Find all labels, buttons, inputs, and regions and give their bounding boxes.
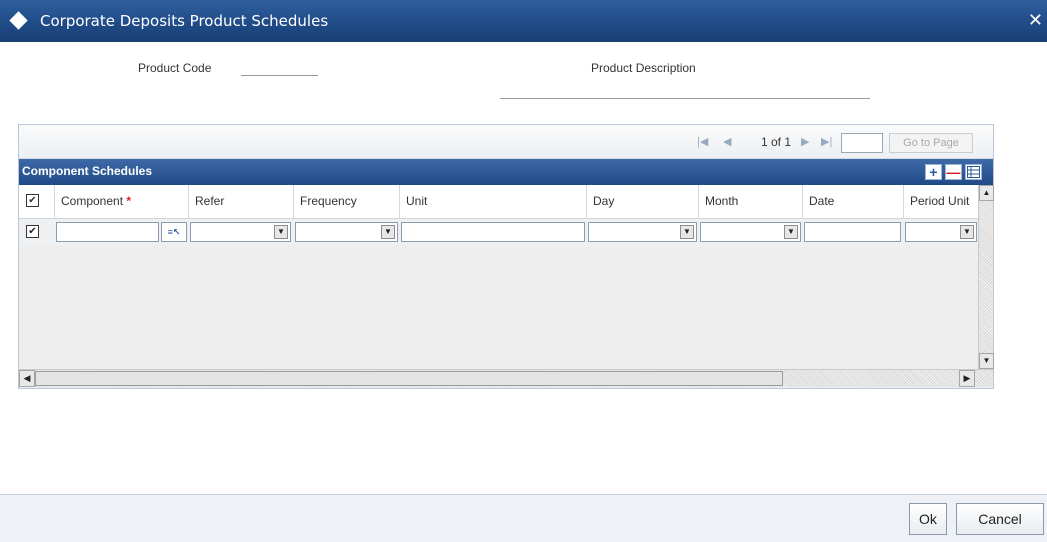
column-header-refer: Refer [189,185,294,219]
select-all-checkbox[interactable]: ✔ [26,194,39,207]
scroll-right-icon[interactable]: ▶ [959,370,975,387]
component-schedules-grid: |◀ ◀ 1 of 1 ▶ ▶| Go to Page Component Sc… [18,124,994,389]
refer-select[interactable]: ▼ [190,222,291,242]
last-page-icon[interactable]: ▶| [821,135,832,148]
vertical-scrollbar[interactable]: ▲ ▼ [978,185,994,369]
delete-row-button[interactable]: — [945,164,962,180]
column-header-month: Month [699,185,803,219]
column-header-date: Date [803,185,904,219]
go-to-page-button[interactable]: Go to Page [889,133,973,153]
product-code-input[interactable] [241,60,318,76]
chevron-down-icon: ▼ [381,225,395,239]
window-title: Corporate Deposits Product Schedules [40,12,329,30]
table-row: ✔ ≡↖ ▼ ▼ ▼ ▼ ▼ [19,219,979,245]
select-all-cell: ✔ [19,185,55,219]
component-input[interactable] [56,222,159,242]
chevron-down-icon: ▼ [680,225,694,239]
date-input[interactable] [804,222,901,242]
row-checkbox[interactable]: ✔ [26,225,39,238]
component-lov-button[interactable]: ≡↖ [161,222,187,242]
ok-button[interactable]: Ok [909,503,947,535]
single-view-button[interactable] [965,164,982,180]
column-header-component: Component * [55,185,189,219]
diamond-icon [9,11,28,30]
product-code-label: Product Code [138,61,212,75]
column-header-period-unit: Period Unit [910,194,970,208]
scroll-up-icon[interactable]: ▲ [979,185,994,201]
page-number-input[interactable] [841,133,883,153]
first-page-icon[interactable]: |◀ [697,135,708,148]
chevron-down-icon: ▼ [274,225,288,239]
horizontal-scrollbar[interactable]: ◀ ▶ [19,369,993,387]
day-select[interactable]: ▼ [588,222,697,242]
scroll-left-icon[interactable]: ◀ [19,370,35,387]
scroll-down-icon[interactable]: ▼ [979,353,994,369]
frequency-select[interactable]: ▼ [295,222,398,242]
prev-page-icon[interactable]: ◀ [723,135,731,148]
column-header-unit: Unit [400,185,587,219]
grid-title: Component Schedules [22,164,153,178]
close-icon[interactable]: ✕ [1028,10,1043,31]
column-header-frequency: Frequency [294,185,400,219]
page-info: 1 of 1 [761,135,792,149]
column-header-row: ✔ Component * Refer Frequency Unit Day M… [19,185,979,219]
product-description-input[interactable] [500,83,870,99]
list-of-values-icon: ≡↖ [167,226,181,237]
plus-icon: + [929,164,938,180]
month-select[interactable]: ▼ [700,222,801,242]
chevron-down-icon: ▼ [784,225,798,239]
add-row-button[interactable]: + [925,164,942,180]
period-unit-select[interactable]: ▼ [905,222,977,242]
minus-icon: — [946,164,961,180]
column-header-day: Day [587,185,699,219]
required-marker-icon: * [126,194,132,208]
column-label: Component [61,194,124,208]
window-titlebar: Corporate Deposits Product Schedules ✕ [0,0,1047,42]
cancel-button[interactable]: Cancel [956,503,1044,535]
grid-view-icon [967,166,980,178]
next-page-icon[interactable]: ▶ [801,135,809,148]
dialog-footer: Ok Cancel [0,494,1047,542]
horizontal-scroll-thumb[interactable] [35,371,783,386]
grid-header: Component Schedules + — [19,159,993,185]
pager-bar: |◀ ◀ 1 of 1 ▶ ▶| Go to Page [19,125,993,159]
chevron-down-icon: ▼ [960,225,974,239]
product-description-label: Product Description [591,61,696,75]
unit-input[interactable] [401,222,585,242]
